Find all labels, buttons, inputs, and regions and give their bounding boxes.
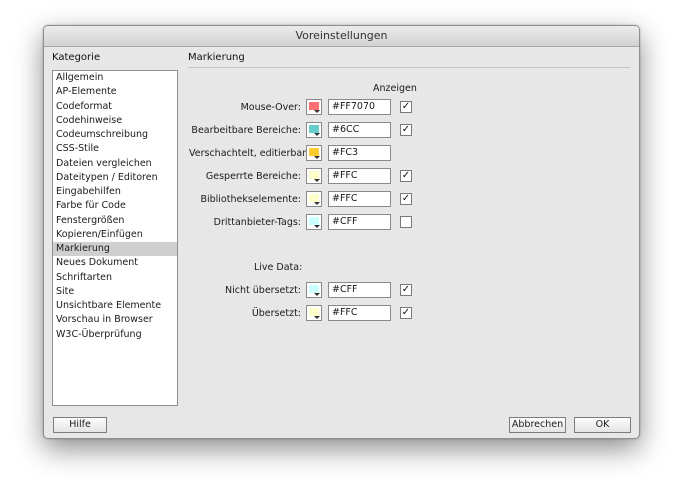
chevron-down-icon xyxy=(314,110,320,113)
chevron-down-icon xyxy=(314,133,320,136)
category-item[interactable]: Fenstergrößen xyxy=(53,214,177,228)
preferences-window: Voreinstellungen Kategorie Allgemein AP-E… xyxy=(43,25,640,439)
category-item[interactable]: Unsichtbare Elemente xyxy=(53,299,177,313)
chevron-down-icon xyxy=(314,293,320,296)
chevron-down-icon xyxy=(314,316,320,319)
show-checkbox[interactable]: ✓ xyxy=(400,307,412,319)
category-item[interactable]: Dateien vergleichen xyxy=(53,157,177,171)
color-hex-field[interactable]: #CFF xyxy=(328,282,391,298)
category-item[interactable]: Codeformat xyxy=(53,100,177,114)
setting-label: Mouse-Over: xyxy=(240,102,301,113)
show-checkbox[interactable]: ✓ xyxy=(400,170,412,182)
show-checkbox[interactable]: ✓ xyxy=(400,193,412,205)
category-item[interactable]: Codehinweise xyxy=(53,114,177,128)
setting-label: Gesperrte Bereiche: xyxy=(205,171,301,182)
setting-label: Bibliothekselemente: xyxy=(200,194,301,205)
category-item[interactable]: Markierung xyxy=(53,242,177,257)
category-item[interactable]: Dateitypen / Editoren xyxy=(53,171,177,185)
show-checkbox[interactable]: ✓ xyxy=(400,101,412,113)
panel-divider xyxy=(188,67,630,68)
category-item[interactable]: Neues Dokument xyxy=(53,256,177,270)
swatch-color-fill xyxy=(309,102,319,110)
setting-label: Bearbeitbare Bereiche: xyxy=(191,125,301,136)
show-checkbox[interactable]: ✓ xyxy=(400,124,412,136)
setting-label: Nicht übersetzt: xyxy=(225,285,301,296)
color-swatch-button[interactable] xyxy=(306,214,322,230)
chevron-down-icon xyxy=(314,225,320,228)
swatch-color-fill xyxy=(309,217,319,225)
category-item[interactable]: Allgemein xyxy=(53,71,177,85)
color-swatch-button[interactable] xyxy=(306,145,322,161)
color-hex-field[interactable]: #FC3 xyxy=(328,145,391,161)
category-item[interactable]: Eingabehilfen xyxy=(53,185,177,199)
setting-label: Verschachtelt, editierbar: xyxy=(189,148,310,159)
setting-label: Übersetzt: xyxy=(251,308,301,319)
color-swatch-button[interactable] xyxy=(306,305,322,321)
cancel-button[interactable]: Abbrechen xyxy=(509,417,566,433)
swatch-color-fill xyxy=(309,148,319,156)
category-item[interactable]: AP-Elemente xyxy=(53,85,177,99)
category-item[interactable]: Site xyxy=(53,285,177,299)
category-item[interactable]: Kopieren/Einfügen xyxy=(53,228,177,242)
live-data-label: Live Data: xyxy=(254,262,303,273)
window-title: Voreinstellungen xyxy=(44,26,639,47)
color-hex-field[interactable]: #FFC xyxy=(328,305,391,321)
show-checkbox[interactable] xyxy=(400,216,412,228)
color-hex-field[interactable]: #CFF xyxy=(328,214,391,230)
show-checkbox[interactable]: ✓ xyxy=(400,284,412,296)
chevron-down-icon xyxy=(314,202,320,205)
category-item[interactable]: Codeumschreibung xyxy=(53,128,177,142)
chevron-down-icon xyxy=(314,156,320,159)
help-button[interactable]: Hilfe xyxy=(53,417,107,433)
category-item[interactable]: Farbe für Code xyxy=(53,199,177,213)
color-swatch-button[interactable] xyxy=(306,191,322,207)
color-swatch-button[interactable] xyxy=(306,282,322,298)
category-list: Allgemein AP-Elemente Codeformat Codehinwei… xyxy=(52,70,178,406)
category-item[interactable]: Schriftarten xyxy=(53,271,177,285)
swatch-color-fill xyxy=(309,285,319,293)
category-item[interactable]: W3C-Überprüfung xyxy=(53,328,177,342)
category-heading: Kategorie xyxy=(52,52,101,63)
color-hex-field[interactable]: #FFC xyxy=(328,191,391,207)
panel-title: Markierung xyxy=(188,52,245,63)
show-column-header: Anzeigen xyxy=(373,83,417,94)
swatch-color-fill xyxy=(309,194,319,202)
color-swatch-button[interactable] xyxy=(306,168,322,184)
swatch-color-fill xyxy=(309,308,319,316)
category-item[interactable]: CSS-Stile xyxy=(53,142,177,156)
color-hex-field[interactable]: #6CC xyxy=(328,122,391,138)
ok-button[interactable]: OK xyxy=(574,417,631,433)
swatch-color-fill xyxy=(309,125,319,133)
color-hex-field[interactable]: #FF7070 xyxy=(328,99,391,115)
category-item[interactable]: Vorschau in Browser xyxy=(53,313,177,327)
color-swatch-button[interactable] xyxy=(306,122,322,138)
swatch-color-fill xyxy=(309,171,319,179)
chevron-down-icon xyxy=(314,179,320,182)
color-hex-field[interactable]: #FFC xyxy=(328,168,391,184)
setting-label: Drittanbieter-Tags: xyxy=(213,217,301,228)
color-swatch-button[interactable] xyxy=(306,99,322,115)
